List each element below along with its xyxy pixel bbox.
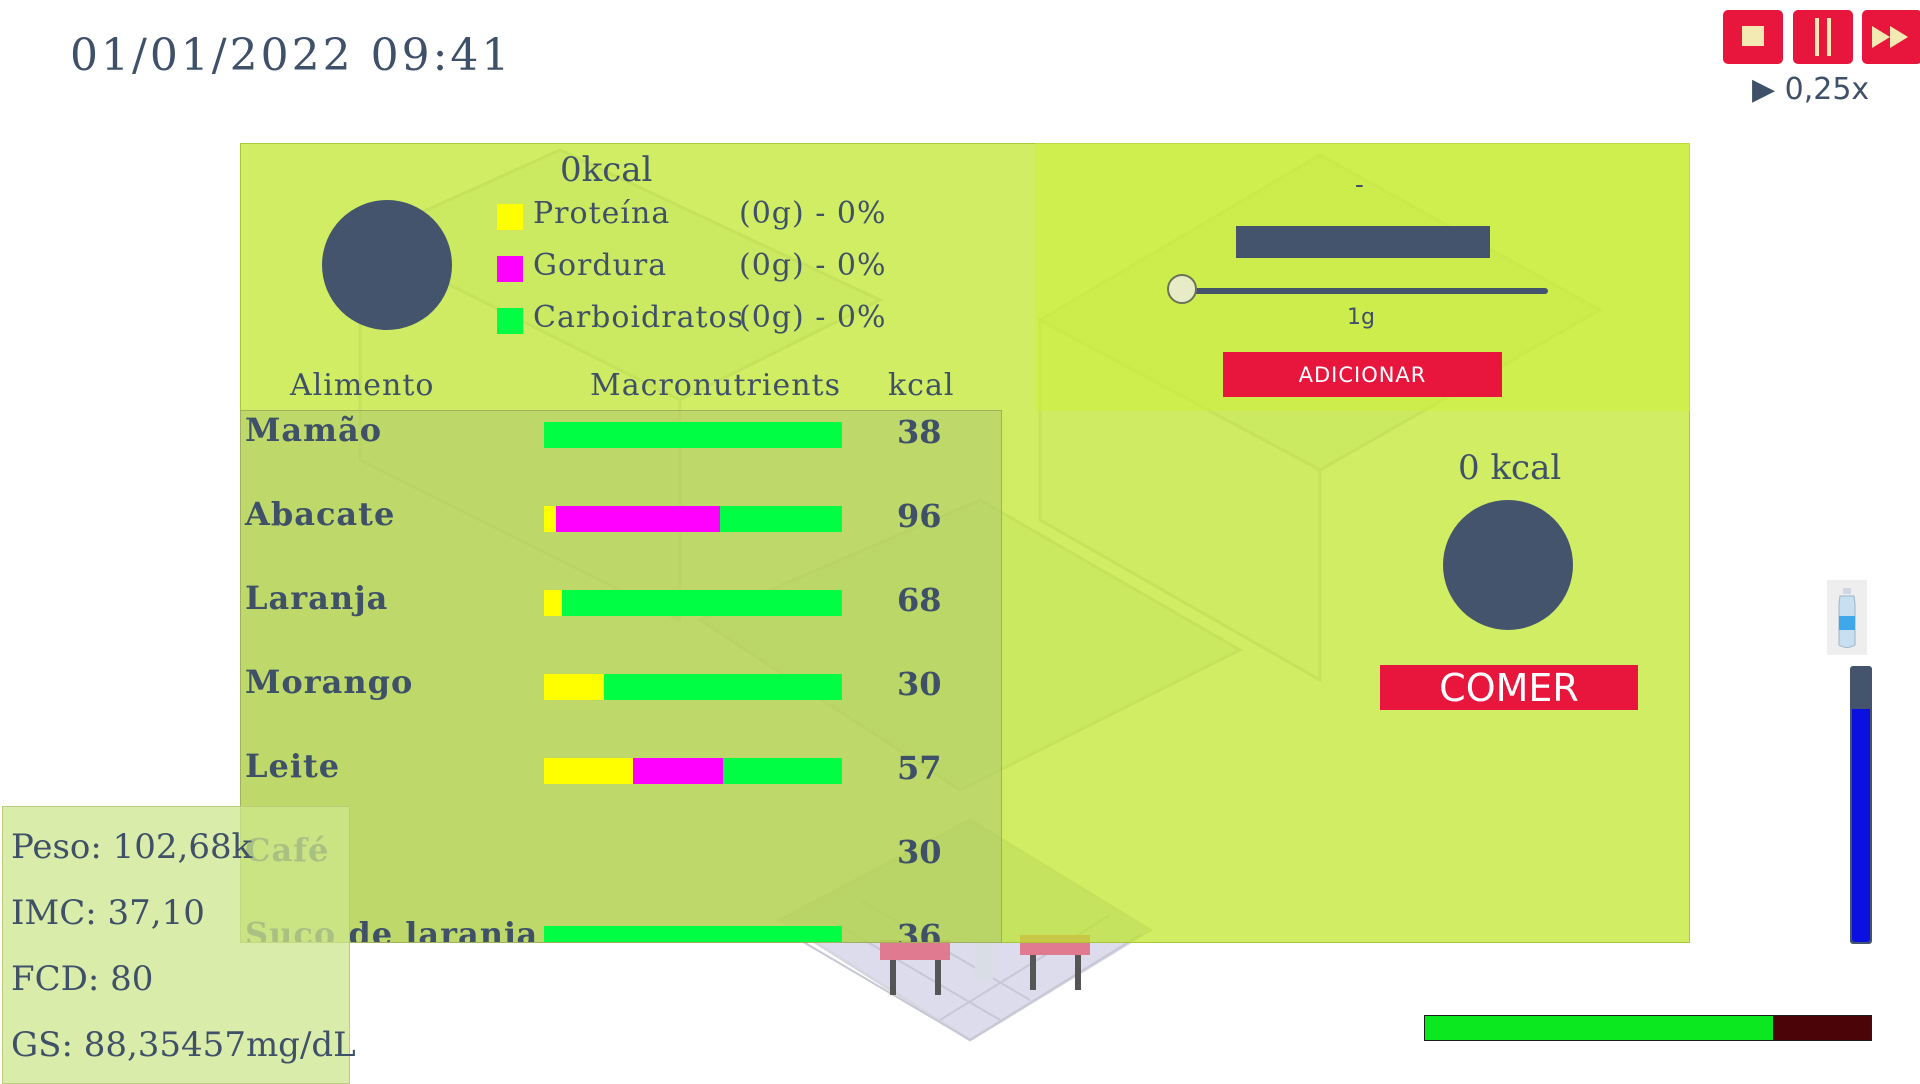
- water-button[interactable]: [1827, 580, 1867, 655]
- legend-value: (0g) - 0%: [739, 300, 887, 335]
- carbs-segment: [544, 926, 842, 942]
- legend-value: (0g) - 0%: [739, 196, 887, 231]
- protein-segment: [544, 758, 634, 784]
- protein-segment: [544, 590, 562, 616]
- food-list[interactable]: Mamão 38 Abacate 96 Laranja 68 Morango 30 Leite 5…: [240, 410, 1002, 943]
- food-row[interactable]: Leite 57: [241, 747, 1001, 807]
- fast-forward-button[interactable]: [1862, 10, 1920, 64]
- food-kcal: 38: [897, 413, 942, 451]
- fat-swatch: [497, 256, 523, 282]
- carbs-segment: [561, 590, 842, 616]
- food-kcal: 68: [897, 581, 942, 619]
- carbs-segment: [719, 506, 842, 532]
- food-kcal: 57: [897, 749, 942, 787]
- legend-protein: Proteína (0g) - 0%: [497, 196, 897, 236]
- food-name: Morango: [245, 663, 414, 701]
- food-name: Leite: [245, 747, 341, 785]
- stat-weight: Peso: 102,68k: [11, 827, 253, 867]
- stat-fcd: FCD: 80: [11, 959, 154, 999]
- food-kcal: 30: [897, 665, 942, 703]
- protein-segment: [544, 674, 604, 700]
- header-kcal: kcal: [888, 368, 955, 403]
- legend-fat: Gordura (0g) - 0%: [497, 248, 897, 288]
- macro-pie-chart: [322, 200, 452, 330]
- fast-forward-icon: [1872, 26, 1908, 48]
- speed-indicator: ▶ 0,25x: [1752, 72, 1870, 107]
- food-macro-bar: [544, 758, 842, 784]
- fat-segment: [555, 506, 720, 532]
- food-row[interactable]: Suco de laranja 36: [241, 915, 1001, 943]
- food-name: Abacate: [245, 495, 396, 533]
- food-macro-bar: [544, 926, 842, 942]
- food-macro-bar: [544, 422, 842, 448]
- stats-panel: Peso: 102,68k IMC: 37,10 FCD: 80 GS: 88,…: [2, 806, 356, 1084]
- add-button[interactable]: ADICIONAR: [1223, 352, 1502, 397]
- water-level: [1852, 709, 1870, 942]
- food-name: Laranja: [245, 579, 389, 617]
- game-datetime: 01/01/2022 09:41: [70, 30, 513, 81]
- stop-icon: [1742, 26, 1764, 46]
- carbs-segment: [722, 758, 842, 784]
- legend-value: (0g) - 0%: [739, 248, 887, 283]
- legend-label: Proteína: [533, 196, 671, 231]
- protein-segment: [544, 506, 556, 532]
- protein-swatch: [497, 204, 523, 230]
- portion-grams: 1g: [1347, 305, 1375, 330]
- stat-glucose: GS: 88,35457mg/dL: [11, 1025, 356, 1065]
- food-row[interactable]: Laranja 68: [241, 579, 1001, 639]
- water-bottle-icon: [1838, 588, 1856, 648]
- food-macro-bar: [544, 842, 842, 868]
- meal-pie-chart: [1443, 500, 1573, 630]
- food-row[interactable]: Café30: [241, 831, 1001, 891]
- food-row[interactable]: Abacate 96: [241, 495, 1001, 555]
- food-row[interactable]: Mamão 38: [241, 411, 1001, 471]
- portion-slider-handle[interactable]: [1167, 274, 1197, 304]
- carbs-segment: [603, 674, 842, 700]
- food-row[interactable]: Morango 30: [241, 663, 1001, 723]
- stop-button[interactable]: [1723, 10, 1783, 64]
- eat-button[interactable]: COMER: [1380, 665, 1638, 710]
- energy-level: [1425, 1016, 1773, 1040]
- food-macro-bar: [544, 506, 842, 532]
- carbs-segment: [544, 422, 842, 448]
- stat-bmi: IMC: 37,10: [11, 893, 205, 933]
- food-macro-bar: [544, 674, 842, 700]
- pause-button[interactable]: [1793, 10, 1853, 64]
- legend-label: Gordura: [533, 248, 668, 283]
- selected-food-name: -: [1355, 170, 1364, 200]
- food-kcal: 36: [897, 917, 942, 943]
- food-kcal: 30: [897, 833, 942, 871]
- header-food: Alimento: [290, 368, 435, 403]
- header-macros: Macronutrients: [590, 368, 841, 403]
- legend-label: Carboidratos: [533, 300, 744, 335]
- portion-slider[interactable]: [1183, 288, 1548, 294]
- carbs-swatch: [497, 308, 523, 334]
- food-macro-bar: [544, 590, 842, 616]
- legend-carbs: Carboidratos (0g) - 0%: [497, 300, 897, 340]
- selected-food-macro-bar: [1236, 226, 1490, 258]
- fat-segment: [633, 758, 723, 784]
- total-kcal: 0kcal: [560, 150, 653, 190]
- food-kcal: 96: [897, 497, 942, 535]
- meal-kcal: 0 kcal: [1458, 448, 1562, 488]
- food-name: Mamão: [245, 411, 383, 449]
